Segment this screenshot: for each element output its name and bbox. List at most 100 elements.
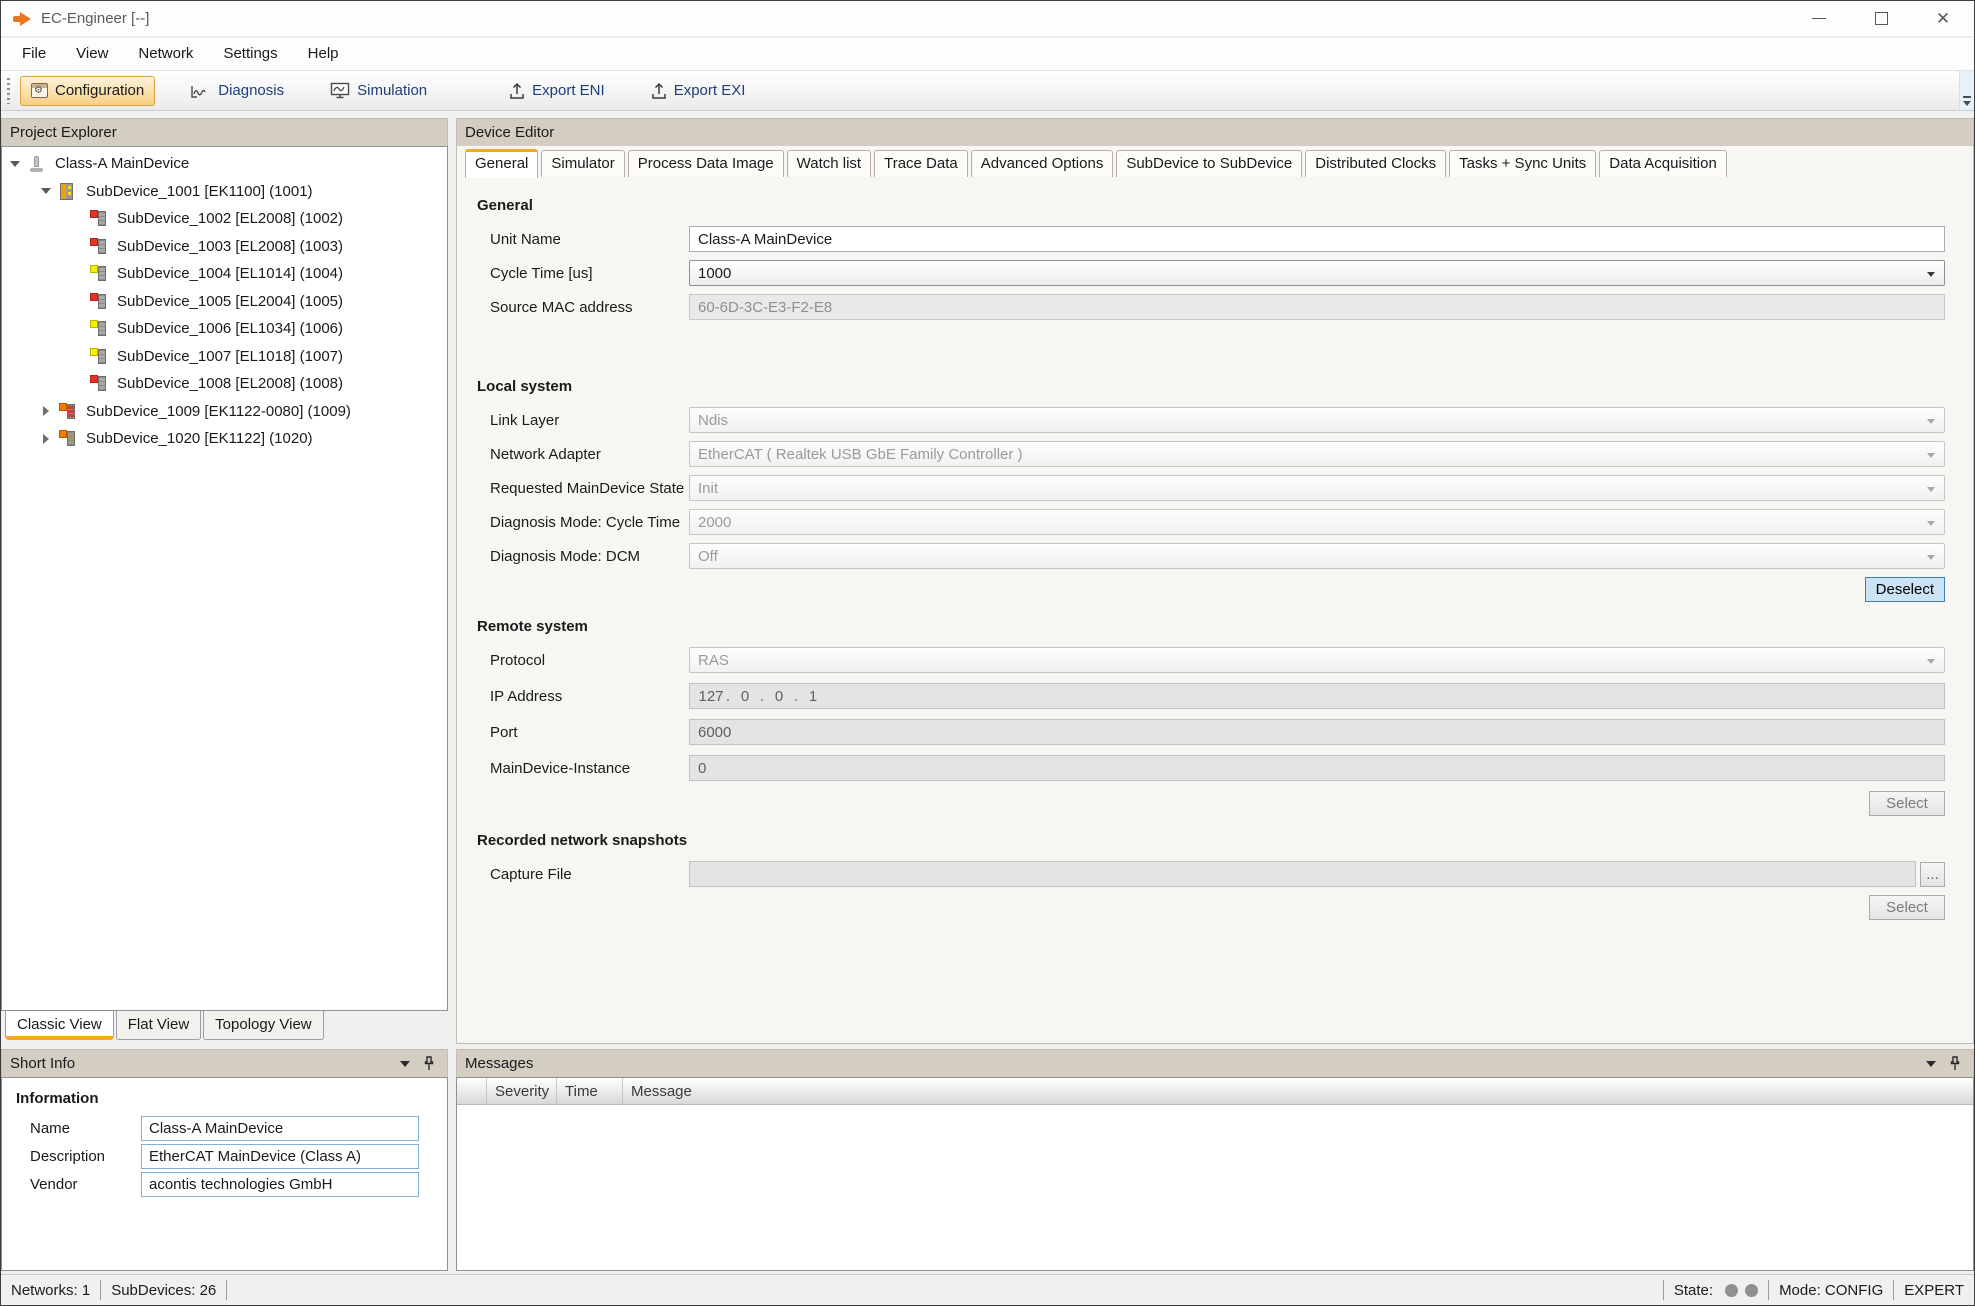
tree-item[interactable]: SubDevice_1002 [EL2008] (1002) bbox=[2, 205, 447, 233]
vendor-field[interactable]: acontis technologies GmbH bbox=[141, 1172, 419, 1197]
networks-count: Networks: 1 bbox=[1, 1282, 100, 1299]
tab-watch-list[interactable]: Watch list bbox=[787, 150, 871, 177]
toolbar-grip[interactable] bbox=[7, 78, 10, 104]
remote-system-heading: Remote system bbox=[477, 618, 1945, 635]
ip-octet: 0 bbox=[766, 688, 792, 705]
tree-item-label: SubDevice_1007 [EL1018] (1007) bbox=[117, 348, 343, 365]
requested-state-label: Requested MainDevice State bbox=[477, 480, 689, 497]
close-button[interactable]: ✕ bbox=[1912, 1, 1974, 36]
tree-item-label: SubDevice_1003 [EL2008] (1003) bbox=[117, 238, 343, 255]
minimize-button[interactable] bbox=[1788, 1, 1850, 36]
toolbar-overflow-button[interactable] bbox=[1959, 71, 1974, 110]
tab-classic-view[interactable]: Classic View bbox=[5, 1011, 114, 1040]
link-layer-value: Ndis bbox=[698, 412, 728, 429]
snapshots-heading: Recorded network snapshots bbox=[477, 832, 1945, 849]
tab-subdevice-to-subdevice[interactable]: SubDevice to SubDevice bbox=[1116, 150, 1302, 177]
tree-item[interactable]: SubDevice_1001 [EK1100] (1001) bbox=[2, 178, 447, 206]
vertical-splitter[interactable] bbox=[448, 118, 456, 1274]
browse-button[interactable]: ... bbox=[1920, 862, 1945, 887]
chevron-down-icon[interactable] bbox=[400, 1061, 410, 1067]
remote-select-button[interactable]: Select bbox=[1869, 791, 1945, 816]
pin-icon[interactable] bbox=[423, 1056, 435, 1075]
expander-icon[interactable] bbox=[10, 161, 20, 167]
tab-tasks-sync-units[interactable]: Tasks + Sync Units bbox=[1449, 150, 1596, 177]
messages-panel: Severity Time Message bbox=[456, 1077, 1974, 1271]
messages-column-headers: Severity Time Message bbox=[457, 1078, 1973, 1105]
tab-trace-data[interactable]: Trace Data bbox=[874, 150, 968, 177]
tree-item[interactable]: SubDevice_1009 [EK1122-0080] (1009) bbox=[2, 398, 447, 426]
protocol-dropdown: RAS bbox=[689, 647, 1945, 673]
deselect-button[interactable]: Deselect bbox=[1865, 577, 1945, 602]
tab-simulator[interactable]: Simulator bbox=[541, 150, 624, 177]
diagnosis-button[interactable]: Diagnosis bbox=[181, 76, 294, 106]
tab-flat-view[interactable]: Flat View bbox=[116, 1011, 201, 1040]
terminal-icon bbox=[59, 430, 76, 447]
general-section-heading: General bbox=[477, 197, 1945, 214]
severity-column-header[interactable]: Severity bbox=[487, 1078, 557, 1104]
ip-octet: 1 bbox=[800, 688, 826, 705]
protocol-value: RAS bbox=[698, 652, 729, 669]
tree-item-label: SubDevice_1020 [EK1122] (1020) bbox=[86, 430, 313, 447]
menu-network[interactable]: Network bbox=[123, 38, 208, 70]
icon-column-header[interactable] bbox=[457, 1078, 487, 1104]
pin-icon[interactable] bbox=[1949, 1056, 1961, 1075]
export-exi-button[interactable]: Export EXI bbox=[641, 76, 756, 106]
message-column-header[interactable]: Message bbox=[623, 1078, 1973, 1104]
tab-general[interactable]: General bbox=[465, 149, 538, 178]
tree-item[interactable]: SubDevice_1020 [EK1122] (1020) bbox=[2, 425, 447, 453]
expander-icon[interactable] bbox=[41, 188, 51, 194]
tree-item[interactable]: SubDevice_1006 [EL1034] (1006) bbox=[2, 315, 447, 343]
diag-cycle-time-label: Diagnosis Mode: Cycle Time bbox=[477, 514, 689, 531]
time-column-header[interactable]: Time bbox=[557, 1078, 623, 1104]
name-label: Name bbox=[16, 1120, 141, 1137]
unit-name-input[interactable]: Class-A MainDevice bbox=[689, 226, 1945, 252]
description-field[interactable]: EtherCAT MainDevice (Class A) bbox=[141, 1144, 419, 1169]
cycle-time-dropdown[interactable]: 1000 bbox=[689, 260, 1945, 286]
expander-icon[interactable] bbox=[43, 406, 49, 416]
diag-cycle-time-value: 2000 bbox=[698, 514, 731, 531]
snapshot-select-button[interactable]: Select bbox=[1869, 895, 1945, 920]
name-field[interactable]: Class-A MainDevice bbox=[141, 1116, 419, 1141]
terminal-icon bbox=[90, 375, 107, 392]
status-bar: Networks: 1 SubDevices: 26 State: Mode: … bbox=[1, 1274, 1974, 1305]
chevron-down-icon bbox=[1927, 521, 1935, 526]
simulation-icon bbox=[330, 82, 350, 99]
chevron-down-icon[interactable] bbox=[1926, 1061, 1936, 1067]
menu-file[interactable]: File bbox=[7, 38, 61, 70]
tree-item[interactable]: SubDevice_1005 [EL2004] (1005) bbox=[2, 288, 447, 316]
tree-item-label: SubDevice_1002 [EL2008] (1002) bbox=[117, 210, 343, 227]
ip-address-label: IP Address bbox=[477, 688, 689, 705]
menu-help[interactable]: Help bbox=[293, 38, 354, 70]
tree-item-label: SubDevice_1001 [EK1100] (1001) bbox=[86, 183, 313, 200]
tab-distributed-clocks[interactable]: Distributed Clocks bbox=[1305, 150, 1446, 177]
link-layer-label: Link Layer bbox=[477, 412, 689, 429]
maximize-button[interactable] bbox=[1850, 1, 1912, 36]
simulation-button[interactable]: Simulation bbox=[320, 76, 437, 106]
tree-item[interactable]: SubDevice_1003 [EL2008] (1003) bbox=[2, 233, 447, 261]
export-eni-label: Export ENI bbox=[532, 82, 605, 99]
export-eni-button[interactable]: Export ENI bbox=[499, 76, 615, 106]
chevron-down-icon bbox=[1927, 659, 1935, 664]
tab-advanced-options[interactable]: Advanced Options bbox=[971, 150, 1114, 177]
tree-item-label: SubDevice_1004 [EL1014] (1004) bbox=[117, 265, 343, 282]
tab-process-data-image[interactable]: Process Data Image bbox=[628, 150, 784, 177]
expert-mode-indicator: EXPERT bbox=[1894, 1282, 1974, 1299]
state-dot bbox=[1745, 1284, 1758, 1297]
menu-view[interactable]: View bbox=[61, 38, 123, 70]
configuration-icon bbox=[31, 83, 48, 98]
expander-icon[interactable] bbox=[43, 434, 49, 444]
ip-octet: 0 bbox=[732, 688, 758, 705]
tab-topology-view[interactable]: Topology View bbox=[203, 1011, 323, 1040]
configuration-button[interactable]: Configuration bbox=[20, 76, 155, 106]
tree-item[interactable]: SubDevice_1008 [EL2008] (1008) bbox=[2, 370, 447, 398]
tree-item[interactable]: Class-A MainDevice bbox=[2, 150, 447, 178]
tree-item[interactable]: SubDevice_1004 [EL1014] (1004) bbox=[2, 260, 447, 288]
tree-item[interactable]: SubDevice_1007 [EL1018] (1007) bbox=[2, 343, 447, 371]
tree-item-label: Class-A MainDevice bbox=[55, 155, 189, 172]
view-tab-bar: Classic View Flat View Topology View bbox=[1, 1011, 448, 1044]
export-exi-label: Export EXI bbox=[674, 82, 746, 99]
menu-settings[interactable]: Settings bbox=[208, 38, 292, 70]
menu-bar: File View Network Settings Help bbox=[1, 38, 1974, 70]
tab-data-acquisition[interactable]: Data Acquisition bbox=[1599, 150, 1727, 177]
messages-title: Messages bbox=[465, 1055, 533, 1072]
